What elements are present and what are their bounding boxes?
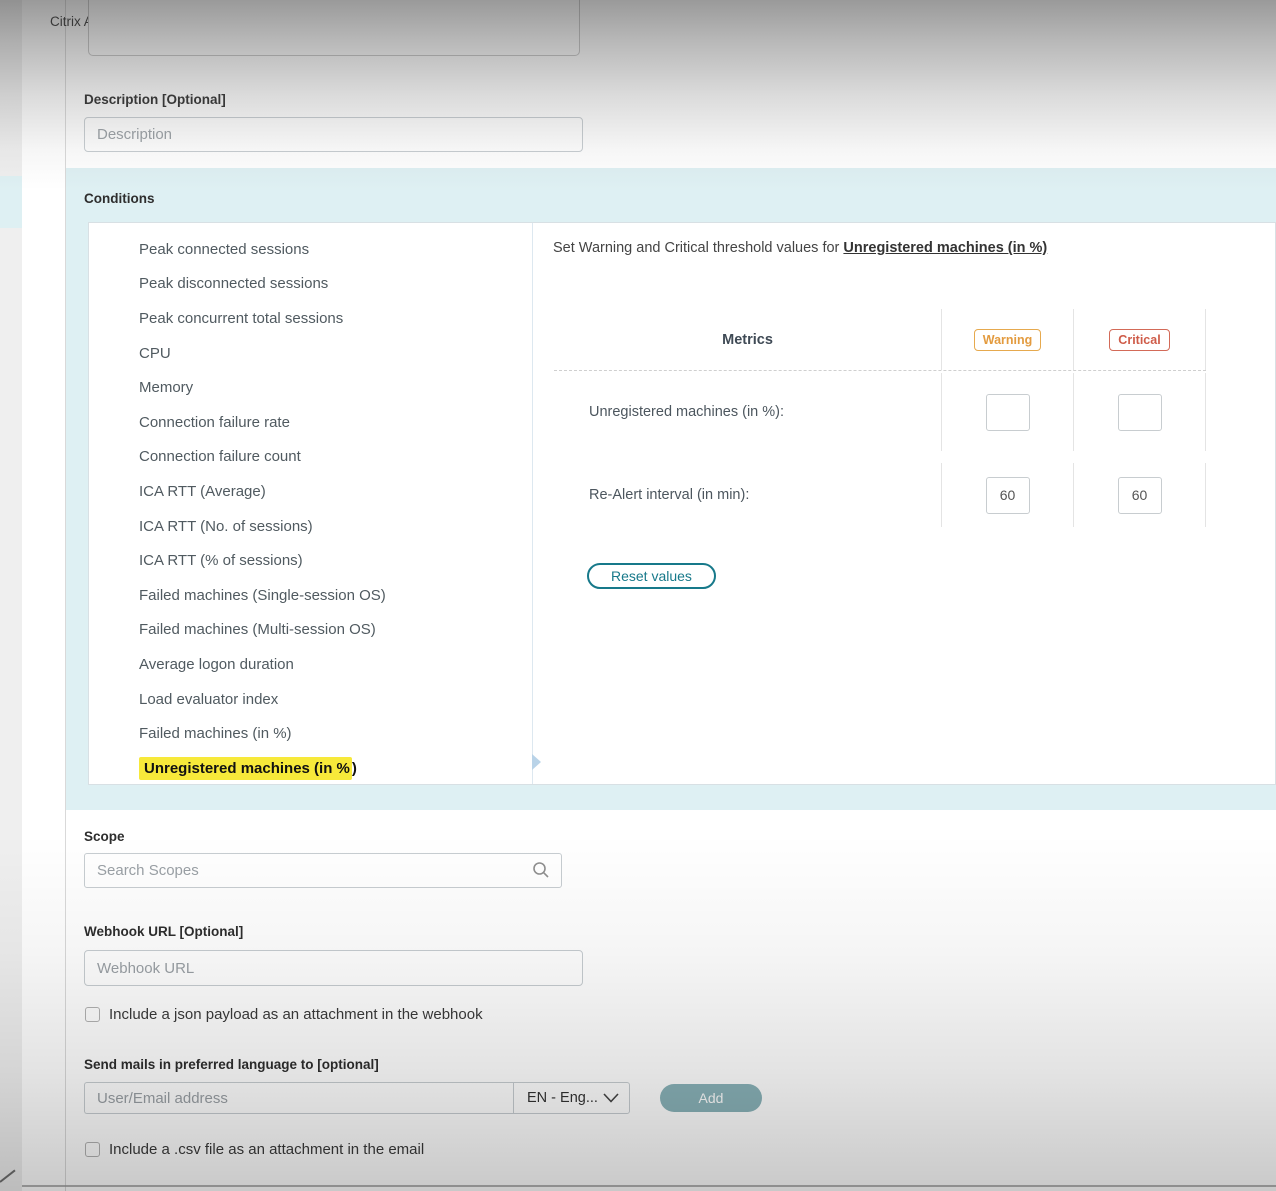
json-payload-checkbox-row: Include a json payload as an attachment … [85, 1006, 483, 1023]
conditions-list: Peak connected sessions Peak disconnecte… [89, 223, 533, 784]
policy-name-input-partial[interactable] [88, 0, 580, 56]
search-icon [532, 861, 550, 879]
selected-condition-rest: ) [352, 760, 357, 777]
scope-label: Scope [84, 829, 125, 844]
condition-item[interactable]: Load evaluator index [89, 682, 532, 717]
table-row: Re-Alert interval (in min): [554, 463, 1206, 527]
bottom-divider [22, 1185, 1276, 1187]
condition-item[interactable]: Failed machines (Single-session OS) [89, 578, 532, 613]
critical-badge: Critical [1109, 329, 1169, 351]
selected-condition-highlight: Unregistered machines (in % [139, 757, 352, 780]
language-dropdown[interactable]: EN - Eng... [513, 1082, 630, 1114]
warning-realert-input[interactable] [986, 477, 1030, 514]
page-left-margin [0, 0, 22, 1191]
conditions-section: Conditions Peak connected sessions Peak … [66, 168, 1276, 810]
user-email-input[interactable] [84, 1082, 513, 1114]
scope-search [84, 853, 562, 888]
conditions-section-label: Conditions [84, 191, 155, 206]
condition-item[interactable]: Memory [89, 370, 532, 405]
scope-search-input[interactable] [84, 853, 562, 888]
language-dropdown-value: EN - Eng... [527, 1090, 598, 1106]
condition-item[interactable]: Peak concurrent total sessions [89, 301, 532, 336]
csv-checkbox[interactable] [85, 1142, 100, 1157]
metric-row-label: Unregistered machines (in %): [554, 404, 784, 420]
realert-row-label: Re-Alert interval (in min): [554, 487, 749, 503]
reset-values-button[interactable]: Reset values [587, 563, 716, 589]
csv-checkbox-row: Include a .csv file as an attachment in … [85, 1141, 424, 1158]
condition-item[interactable]: ICA RTT (Average) [89, 474, 532, 509]
description-label: Description [Optional] [84, 92, 226, 107]
send-mails-label: Send mails in preferred language to [opt… [84, 1057, 379, 1072]
condition-item[interactable]: ICA RTT (No. of sessions) [89, 509, 532, 544]
page-gutter [22, 0, 65, 1191]
json-payload-checkbox-label: Include a json payload as an attachment … [109, 1006, 483, 1023]
critical-threshold-input[interactable] [1118, 394, 1162, 431]
conditions-panel: Peak connected sessions Peak disconnecte… [88, 222, 1276, 785]
condition-item[interactable]: Peak connected sessions [89, 232, 532, 267]
left-margin-cyan-band [0, 176, 22, 228]
table-row: Unregistered machines (in %): [554, 373, 1206, 451]
threshold-header-metric: Unregistered machines (in %) [843, 240, 1047, 256]
description-input[interactable] [84, 117, 583, 152]
csv-checkbox-label: Include a .csv file as an attachment in … [109, 1141, 424, 1158]
json-payload-checkbox[interactable] [85, 1007, 100, 1022]
chevron-down-icon [603, 1093, 619, 1103]
condition-item-selected[interactable]: Unregistered machines (in %) [89, 751, 532, 786]
threshold-table: Metrics Warning Critical Unregistered ma… [554, 309, 1206, 527]
condition-item[interactable]: Failed machines (Multi-session OS) [89, 613, 532, 648]
condition-item[interactable]: Failed machines (in %) [89, 716, 532, 751]
threshold-header: Set Warning and Critical threshold value… [553, 240, 1047, 256]
condition-item[interactable]: Average logon duration [89, 647, 532, 682]
webhook-url-input[interactable] [84, 950, 583, 986]
webhook-label: Webhook URL [Optional] [84, 924, 243, 939]
condition-item[interactable]: Connection failure rate [89, 405, 532, 440]
threshold-detail-panel: Set Warning and Critical threshold value… [533, 223, 1275, 784]
warning-badge: Warning [974, 329, 1042, 351]
condition-item[interactable]: Connection failure count [89, 440, 532, 475]
warning-threshold-input[interactable] [986, 394, 1030, 431]
critical-realert-input[interactable] [1118, 477, 1162, 514]
metrics-column-header: Metrics [554, 309, 941, 370]
add-email-button[interactable]: Add [660, 1084, 762, 1112]
condition-item[interactable]: CPU [89, 336, 532, 371]
threshold-table-header: Metrics Warning Critical [554, 309, 1206, 371]
condition-item[interactable]: ICA RTT (% of sessions) [89, 543, 532, 578]
condition-item[interactable]: Peak disconnected sessions [89, 267, 532, 302]
